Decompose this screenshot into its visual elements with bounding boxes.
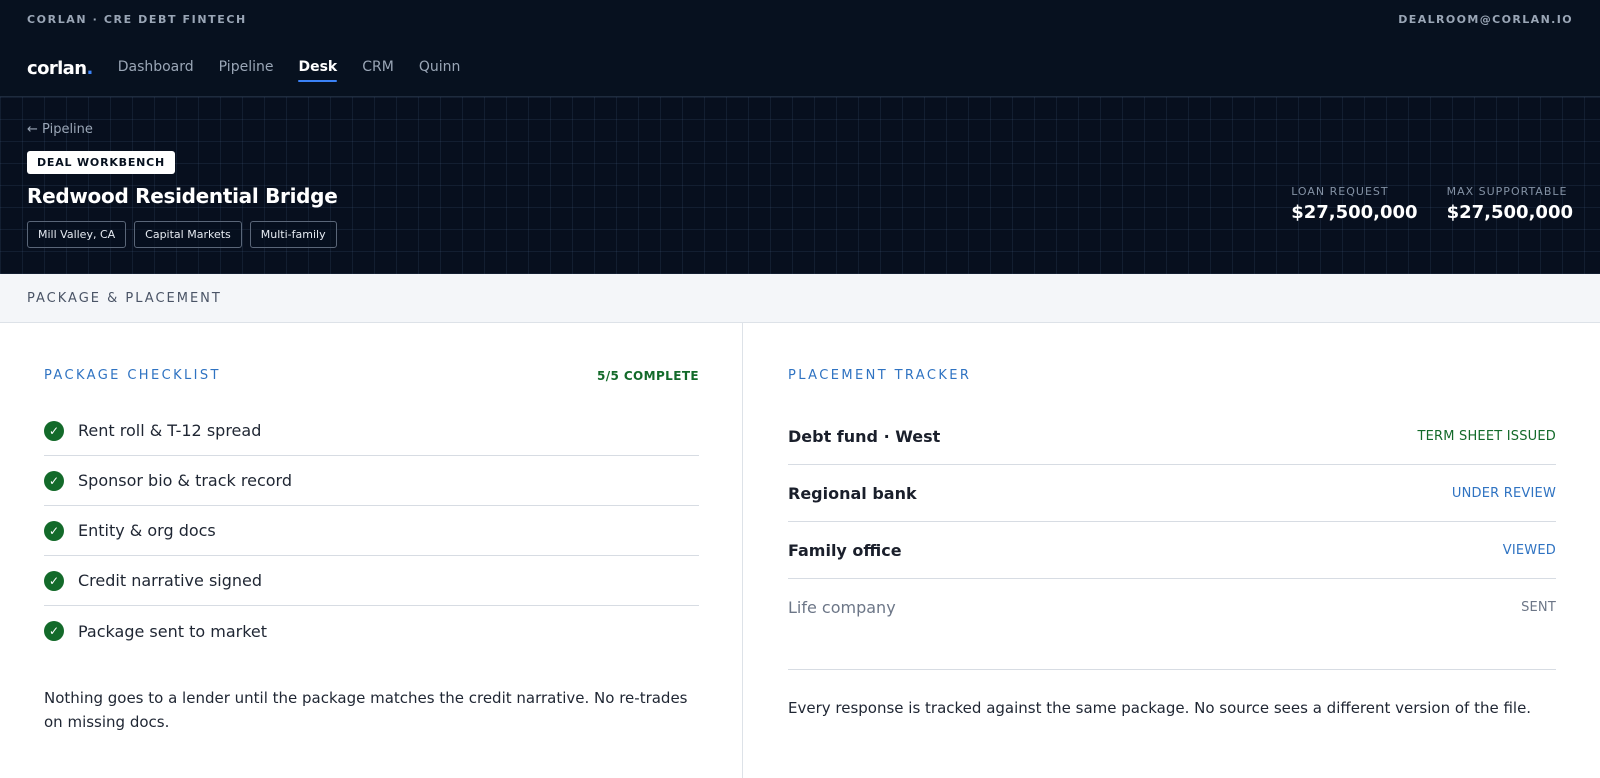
deal-metrics: LOAN REQUEST $27,500,000 MAX SUPPORTABLE…: [1262, 185, 1573, 223]
top-row: CORLAN · CRE DEBT FINTECH DEALROOM@CORLA…: [27, 12, 1573, 26]
nav-pipeline[interactable]: Pipeline: [219, 59, 274, 78]
deal-workbench-badge: DEAL WORKBENCH: [27, 151, 176, 174]
checklist-item-label: Sponsor bio & track record: [78, 471, 292, 490]
checklist-header: PACKAGE CHECKLIST 5/5 COMPLETE: [44, 368, 699, 383]
placement-rows: Debt fund · West TERM SHEET ISSUED Regio…: [788, 408, 1556, 636]
placement-row[interactable]: Debt fund · West TERM SHEET ISSUED: [788, 408, 1556, 465]
logo-dot: .: [86, 57, 93, 79]
placement-status: UNDER REVIEW: [1451, 485, 1556, 501]
corlan-logo[interactable]: corlan.: [27, 58, 93, 79]
logo-text: corlan: [27, 57, 87, 79]
placement-status: VIEWED: [1502, 542, 1556, 558]
checklist-item: ✓ Credit narrative signed: [44, 556, 699, 606]
package-checklist-panel: PACKAGE CHECKLIST 5/5 COMPLETE ✓ Rent ro…: [0, 323, 743, 778]
main-nav: corlan. Dashboard Pipeline Desk CRM Quin…: [27, 56, 485, 82]
checklist-item: ✓ Package sent to market: [44, 606, 699, 656]
tag-team: Capital Markets: [134, 221, 242, 248]
metric-label: LOAN REQUEST: [1291, 185, 1389, 198]
divider: [788, 669, 1556, 670]
check-icon: ✓: [44, 621, 64, 641]
nav-dashboard[interactable]: Dashboard: [118, 59, 194, 78]
checklist-item-label: Credit narrative signed: [78, 571, 263, 590]
section-title: PACKAGE & PLACEMENT: [27, 291, 222, 306]
checklist-title: PACKAGE CHECKLIST: [44, 368, 221, 383]
nav-quinn[interactable]: Quinn: [419, 59, 461, 78]
back-to-pipeline-link[interactable]: ← Pipeline: [27, 122, 93, 137]
tag-asset-type: Multi-family: [249, 221, 337, 248]
placement-row[interactable]: Family office VIEWED: [788, 522, 1556, 579]
placement-row[interactable]: Life company SENT: [788, 579, 1556, 636]
lender-name: Family office: [788, 540, 902, 560]
placement-status: SENT: [1521, 600, 1556, 615]
checklist-item-label: Rent roll & T-12 spread: [78, 421, 262, 440]
placement-status: TERM SHEET ISSUED: [1417, 428, 1556, 444]
placement-title: PLACEMENT TRACKER: [788, 368, 972, 383]
section-header: PACKAGE & PLACEMENT: [0, 274, 1600, 323]
lender-name: Debt fund · West: [788, 426, 941, 446]
metric-max-supportable: MAX SUPPORTABLE $27,500,000: [1447, 185, 1573, 223]
brand-eyebrow: CORLAN · CRE DEBT FINTECH: [27, 12, 247, 26]
lender-name: Life company: [788, 598, 896, 617]
checklist-item: ✓ Entity & org docs: [44, 506, 699, 556]
metric-label: MAX SUPPORTABLE: [1446, 185, 1568, 198]
checklist-item-label: Entity & org docs: [78, 521, 216, 540]
checklist-status: 5/5 COMPLETE: [596, 368, 699, 383]
deal-title: Redwood Residential Bridge: [27, 184, 338, 208]
top-bar: CORLAN · CRE DEBT FINTECH DEALROOM@CORLA…: [0, 0, 1600, 97]
checklist-items: ✓ Rent roll & T-12 spread ✓ Sponsor bio …: [44, 406, 699, 656]
deal-hero: ← Pipeline DEAL WORKBENCH Redwood Reside…: [0, 97, 1600, 274]
placement-row[interactable]: Regional bank UNDER REVIEW: [788, 465, 1556, 522]
metric-value: $27,500,000: [1446, 202, 1573, 223]
dealroom-email-link[interactable]: DEALROOM@CORLAN.IO: [1398, 13, 1573, 26]
checklist-item: ✓ Rent roll & T-12 spread: [44, 406, 699, 456]
checklist-item: ✓ Sponsor bio & track record: [44, 456, 699, 506]
nav-crm[interactable]: CRM: [362, 59, 394, 78]
check-icon: ✓: [44, 470, 64, 491]
nav-desk[interactable]: Desk: [298, 59, 337, 82]
placement-tracker-panel: PLACEMENT TRACKER Debt fund · West TERM …: [744, 323, 1600, 778]
tag-location: Mill Valley, CA: [27, 221, 127, 248]
check-icon: ✓: [44, 520, 64, 541]
placement-header: PLACEMENT TRACKER: [788, 368, 1556, 383]
metric-loan-request: LOAN REQUEST $27,500,000: [1291, 185, 1417, 223]
metric-value: $27,500,000: [1291, 202, 1418, 223]
check-icon: ✓: [44, 570, 64, 591]
checklist-note: Nothing goes to a lender until the packa…: [44, 689, 688, 731]
lender-name: Regional bank: [788, 483, 917, 503]
placement-note: Every response is tracked against the sa…: [788, 699, 1532, 717]
deal-tags: Mill Valley, CA Capital Markets Multi-fa…: [27, 221, 345, 248]
check-icon: ✓: [44, 420, 64, 441]
checklist-item-label: Package sent to market: [78, 621, 268, 641]
